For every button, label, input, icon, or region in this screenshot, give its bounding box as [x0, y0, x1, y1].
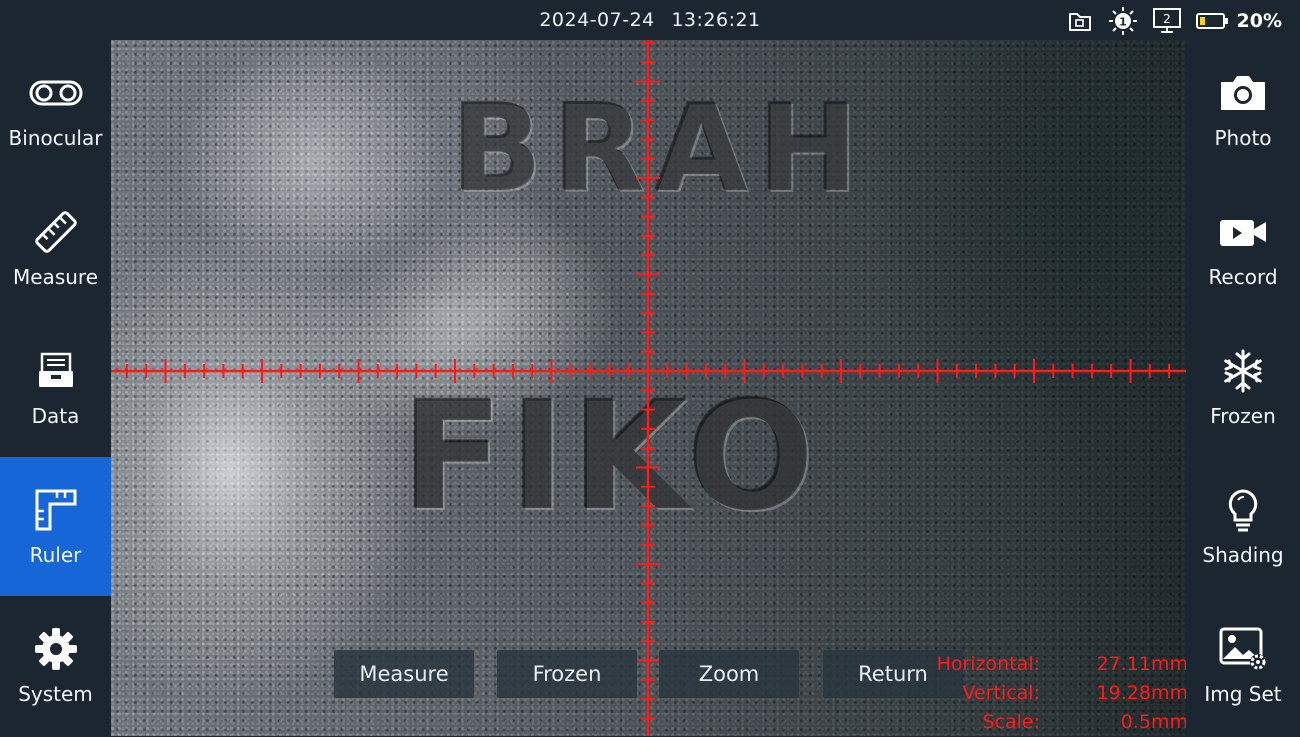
measurement-readout: Horizontal: 27.11mm Vertical: 19.28mm Sc… — [920, 650, 1188, 737]
status-bar: 2024-07-24 13:26:21 1 2 20% — [0, 0, 1300, 40]
nav-img-set[interactable]: Img Set — [1186, 596, 1300, 735]
nav-record[interactable]: Record — [1186, 179, 1300, 318]
vertical-value: 19.28mm — [1096, 682, 1188, 704]
horizontal-value: 27.11mm — [1096, 653, 1188, 675]
nav-measure[interactable]: Measure — [0, 179, 111, 318]
readout-horizontal: Horizontal: 27.11mm — [920, 650, 1188, 679]
camera-view[interactable]: BRAH FIKO Measure Frozen Zoom Return — [111, 40, 1186, 736]
binocular-icon — [28, 70, 84, 116]
zoom-button[interactable]: Zoom — [659, 650, 799, 698]
data-box-icon — [36, 348, 76, 394]
frozen-button[interactable]: Frozen — [497, 650, 637, 698]
snowflake-icon — [1220, 348, 1266, 394]
nav-binocular[interactable]: Binocular — [0, 40, 111, 179]
left-sidebar: Binocular Measure Data Ruler System — [0, 40, 111, 736]
readout-vertical: Vertical: 19.28mm — [920, 679, 1188, 708]
nav-data-label: Data — [31, 403, 80, 428]
light-level-icon: 1 — [1107, 5, 1139, 37]
date-text: 2024-07-24 — [539, 9, 655, 31]
measure-button[interactable]: Measure — [334, 650, 474, 698]
nav-ruler[interactable]: Ruler — [0, 457, 111, 596]
lightbulb-icon — [1223, 487, 1263, 533]
screen-number: 2 — [1163, 12, 1171, 26]
nav-system-label: System — [18, 681, 93, 706]
vertical-label: Vertical: — [962, 682, 1040, 704]
nav-photo-label: Photo — [1214, 125, 1272, 150]
horizontal-label: Horizontal: — [936, 653, 1040, 675]
light-level-number: 1 — [1119, 16, 1127, 29]
nav-shading-label: Shading — [1202, 542, 1284, 567]
ruler-diagonal-icon — [33, 209, 79, 255]
nav-binocular-label: Binocular — [8, 125, 103, 150]
ruler-square-icon — [33, 487, 79, 533]
readout-scale: Scale: 0.5mm — [920, 708, 1188, 737]
camera-icon — [1217, 70, 1269, 116]
nav-shading[interactable]: Shading — [1186, 457, 1300, 596]
battery-percent: 20% — [1236, 10, 1282, 32]
scale-value: 0.5mm — [1120, 711, 1188, 733]
nav-frozen[interactable]: Frozen — [1186, 318, 1300, 457]
nav-data[interactable]: Data — [0, 318, 111, 457]
screen-icon: 2 — [1151, 6, 1183, 36]
gear-icon — [33, 626, 79, 672]
nav-measure-label: Measure — [13, 264, 98, 289]
status-icons: 1 2 20% — [1065, 7, 1282, 35]
nav-photo[interactable]: Photo — [1186, 40, 1300, 179]
image-settings-icon — [1218, 626, 1268, 672]
time-text: 13:26:21 — [671, 9, 761, 31]
video-camera-icon — [1217, 209, 1269, 255]
scale-label: Scale: — [982, 711, 1040, 733]
nav-img-set-label: Img Set — [1204, 681, 1282, 706]
battery-icon — [1195, 11, 1229, 31]
sd-card-icon — [1065, 9, 1095, 33]
crosshair-reticle — [111, 40, 1186, 736]
nav-system[interactable]: System — [0, 596, 111, 735]
nav-ruler-label: Ruler — [29, 542, 82, 567]
right-sidebar: Photo Record Frozen Shading Img Set — [1186, 40, 1300, 736]
nav-record-label: Record — [1208, 264, 1278, 289]
nav-frozen-label: Frozen — [1210, 403, 1276, 428]
